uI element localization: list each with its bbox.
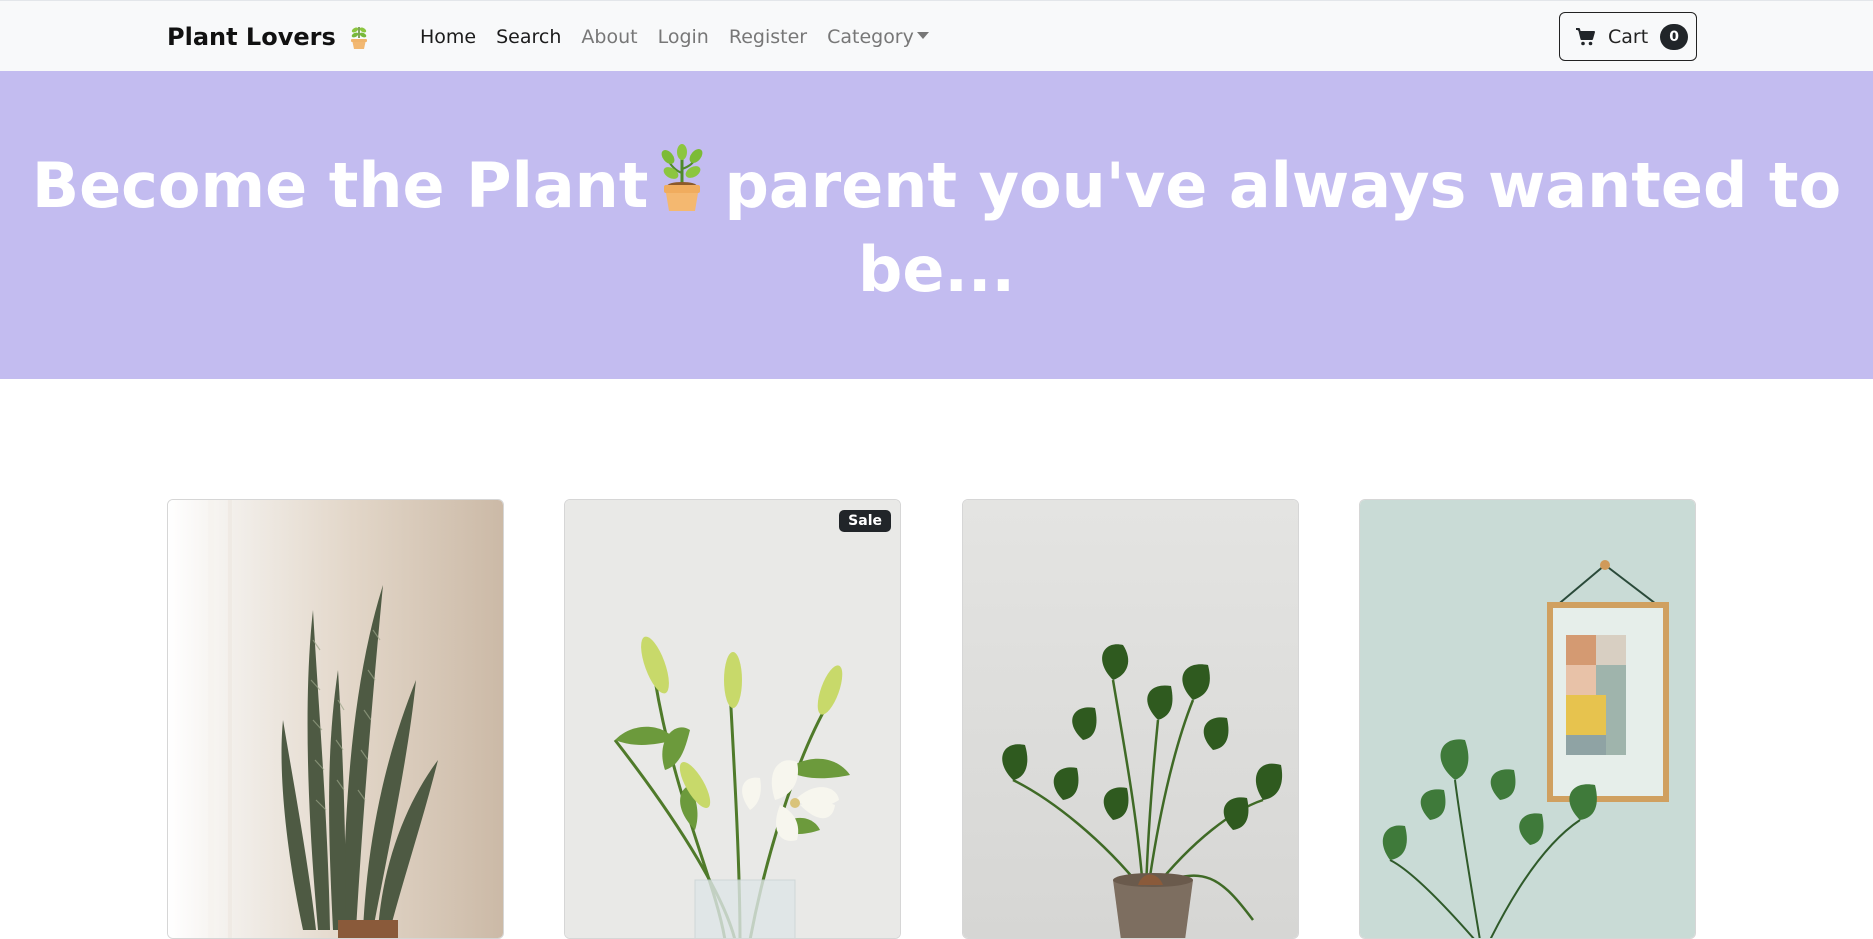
nav-login[interactable]: Login	[658, 23, 709, 51]
product-card-3[interactable]	[962, 499, 1299, 939]
hero-banner: Become the Plant parent you've always wa…	[0, 71, 1873, 379]
hero-title-part2: parent you've always wanted to be...	[724, 149, 1842, 306]
nav-links: Home Search About Login Register Categor…	[420, 23, 949, 51]
monstera-with-frame-image	[1360, 500, 1695, 938]
nav-category-dropdown[interactable]: Category	[827, 23, 929, 51]
hero-title: Become the Plant parent you've always wa…	[0, 143, 1873, 312]
cart-count-badge: 0	[1660, 23, 1689, 50]
product-card-4[interactable]	[1359, 499, 1696, 939]
lily-bouquet-image	[565, 500, 900, 938]
sale-badge: Sale	[839, 510, 891, 532]
brand[interactable]: Plant Lovers	[167, 21, 370, 53]
navbar: Plant Lovers Home Search About Login Reg…	[0, 0, 1873, 71]
potted-plant-icon	[654, 143, 710, 213]
potted-philodendron-image	[963, 500, 1298, 938]
nav-home[interactable]: Home	[420, 23, 476, 51]
cart-label: Cart	[1608, 25, 1649, 48]
product-card-1[interactable]	[167, 499, 504, 939]
caret-down-icon	[916, 32, 929, 39]
potted-plant-icon	[348, 24, 370, 50]
brand-name: Plant Lovers	[167, 23, 336, 51]
cart-button[interactable]: Cart 0	[1559, 12, 1697, 61]
nav-about[interactable]: About	[581, 23, 637, 51]
nav-register[interactable]: Register	[729, 23, 807, 51]
cart-icon	[1575, 27, 1596, 47]
hero-title-part1: Become the Plant	[31, 149, 649, 222]
snake-plant-image	[168, 500, 503, 938]
nav-search[interactable]: Search	[496, 23, 561, 51]
product-card-2[interactable]: Sale	[564, 499, 901, 939]
nav-category-label: Category	[827, 26, 914, 48]
